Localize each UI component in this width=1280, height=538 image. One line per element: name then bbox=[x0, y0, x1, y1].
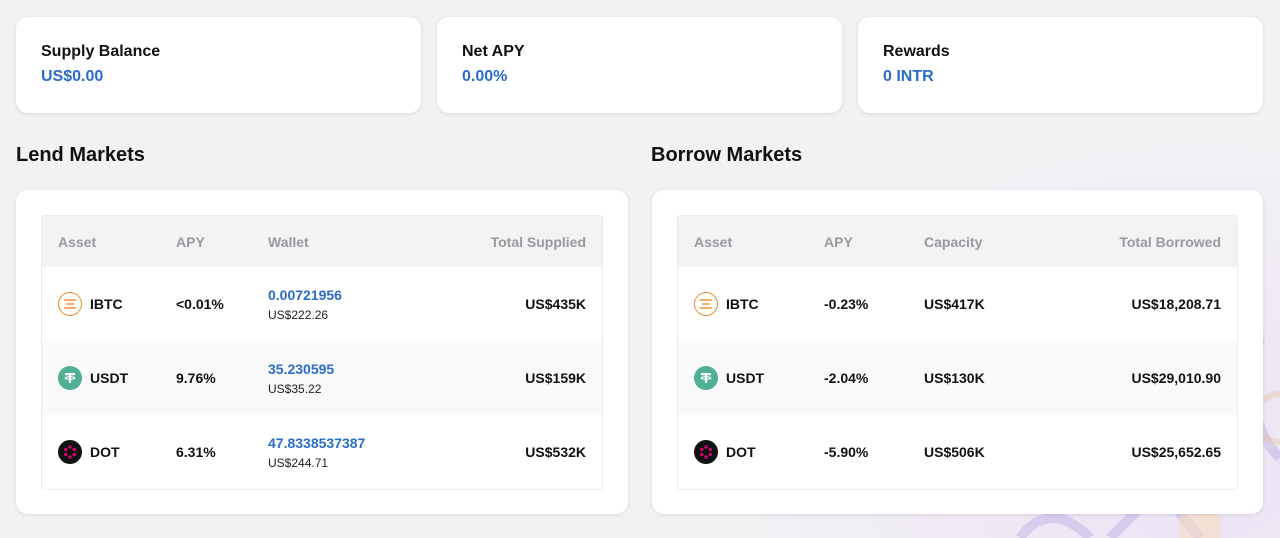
rewards-value: 0 INTR bbox=[883, 68, 934, 85]
lend-total-cell: US$532K bbox=[525, 444, 586, 460]
lend-asset-cell: DOT bbox=[58, 440, 176, 464]
borrow-capacity-cell: US$130K bbox=[924, 370, 985, 386]
net-apy-card: Net APY 0.00% bbox=[437, 17, 842, 113]
rewards-title: Rewards bbox=[883, 43, 950, 60]
borrow-asset-label: USDT bbox=[726, 370, 765, 386]
lend-asset-cell: USDT bbox=[58, 366, 176, 390]
lend-wallet-amount: 35.230595 bbox=[268, 360, 335, 377]
usdt-icon bbox=[58, 366, 82, 390]
lend-row-usdt[interactable]: USDT 9.76% 35.230595 US$35.22 US$159K bbox=[42, 341, 602, 415]
borrow-header-total-borrowed: Total Borrowed bbox=[1119, 233, 1221, 250]
borrow-header-asset: Asset bbox=[694, 233, 733, 250]
lend-total-cell: US$159K bbox=[525, 370, 586, 386]
lend-header-apy: APY bbox=[176, 233, 205, 250]
lend-header-total-supplied: Total Supplied bbox=[490, 233, 586, 250]
dot-icon bbox=[58, 440, 82, 464]
lend-wallet-usd: US$244.71 bbox=[268, 455, 329, 470]
borrow-total-cell: US$29,010.90 bbox=[1131, 370, 1221, 386]
lend-table-header: Asset APY Wallet Total Supplied bbox=[42, 216, 602, 267]
lend-apy-cell: <0.01% bbox=[176, 296, 224, 312]
lend-row-ibtc[interactable]: IBTC <0.01% 0.00721956 US$222.26 US$435K bbox=[42, 267, 602, 341]
borrow-apy-cell: -2.04% bbox=[824, 370, 869, 386]
borrow-row-usdt[interactable]: USDT -2.04% US$130K US$29,010.90 bbox=[678, 341, 1237, 415]
borrow-capacity-cell: US$417K bbox=[924, 296, 985, 312]
usdt-icon bbox=[694, 366, 718, 390]
lend-asset-cell: IBTC bbox=[58, 292, 176, 316]
lend-wallet-amount: 0.00721956 bbox=[268, 286, 342, 303]
borrow-table-header: Asset APY Capacity Total Borrowed bbox=[678, 216, 1237, 267]
supply-balance-value: US$0.00 bbox=[41, 68, 104, 85]
ibtc-icon bbox=[58, 292, 82, 316]
borrow-markets-card: Asset APY Capacity Total Borrowed IBTC -… bbox=[652, 190, 1263, 514]
lend-apy-cell: 6.31% bbox=[176, 444, 216, 460]
net-apy-title: Net APY bbox=[462, 43, 525, 60]
lend-markets-table: Asset APY Wallet Total Supplied IBTC <0.… bbox=[41, 215, 603, 490]
borrow-apy-cell: -0.23% bbox=[824, 296, 869, 312]
lend-wallet-cell: 0.00721956 US$222.26 bbox=[268, 286, 418, 323]
lend-markets-card: Asset APY Wallet Total Supplied IBTC <0.… bbox=[16, 190, 628, 514]
lend-markets-title: Lend Markets bbox=[16, 144, 145, 166]
lend-wallet-usd: US$35.22 bbox=[268, 381, 322, 396]
borrow-markets-table: Asset APY Capacity Total Borrowed IBTC -… bbox=[677, 215, 1238, 490]
ibtc-icon bbox=[694, 292, 718, 316]
supply-balance-card: Supply Balance US$0.00 bbox=[16, 17, 421, 113]
borrow-asset-cell: USDT bbox=[694, 366, 824, 390]
dot-icon bbox=[694, 440, 718, 464]
lend-wallet-usd: US$222.26 bbox=[268, 307, 329, 322]
borrow-row-dot[interactable]: DOT -5.90% US$506K US$25,652.65 bbox=[678, 415, 1237, 489]
lend-wallet-cell: 47.8338537387 US$244.71 bbox=[268, 434, 418, 471]
borrow-row-ibtc[interactable]: IBTC -0.23% US$417K US$18,208.71 bbox=[678, 267, 1237, 341]
borrow-total-cell: US$25,652.65 bbox=[1131, 444, 1221, 460]
supply-balance-title: Supply Balance bbox=[41, 43, 161, 60]
lend-row-dot[interactable]: DOT 6.31% 47.8338537387 US$244.71 US$532… bbox=[42, 415, 602, 489]
borrow-capacity-cell: US$506K bbox=[924, 444, 985, 460]
lend-wallet-cell: 35.230595 US$35.22 bbox=[268, 360, 418, 397]
borrow-asset-label: IBTC bbox=[726, 296, 759, 312]
lend-header-asset: Asset bbox=[58, 233, 97, 250]
borrow-header-capacity: Capacity bbox=[924, 233, 983, 250]
borrow-apy-cell: -5.90% bbox=[824, 444, 869, 460]
borrow-total-cell: US$18,208.71 bbox=[1131, 296, 1221, 312]
borrow-asset-cell: IBTC bbox=[694, 292, 824, 316]
lend-asset-label: DOT bbox=[90, 444, 120, 460]
lend-asset-label: IBTC bbox=[90, 296, 123, 312]
lend-wallet-amount: 47.8338537387 bbox=[268, 434, 366, 451]
borrow-markets-title: Borrow Markets bbox=[651, 144, 803, 166]
lend-asset-label: USDT bbox=[90, 370, 129, 386]
borrow-asset-label: DOT bbox=[726, 444, 756, 460]
lend-header-wallet: Wallet bbox=[268, 233, 309, 250]
lend-total-cell: US$435K bbox=[525, 296, 586, 312]
borrow-asset-cell: DOT bbox=[694, 440, 824, 464]
rewards-card: Rewards 0 INTR bbox=[858, 17, 1263, 113]
net-apy-value: 0.00% bbox=[462, 68, 508, 85]
borrow-header-apy: APY bbox=[824, 233, 853, 250]
lend-apy-cell: 9.76% bbox=[176, 370, 216, 386]
